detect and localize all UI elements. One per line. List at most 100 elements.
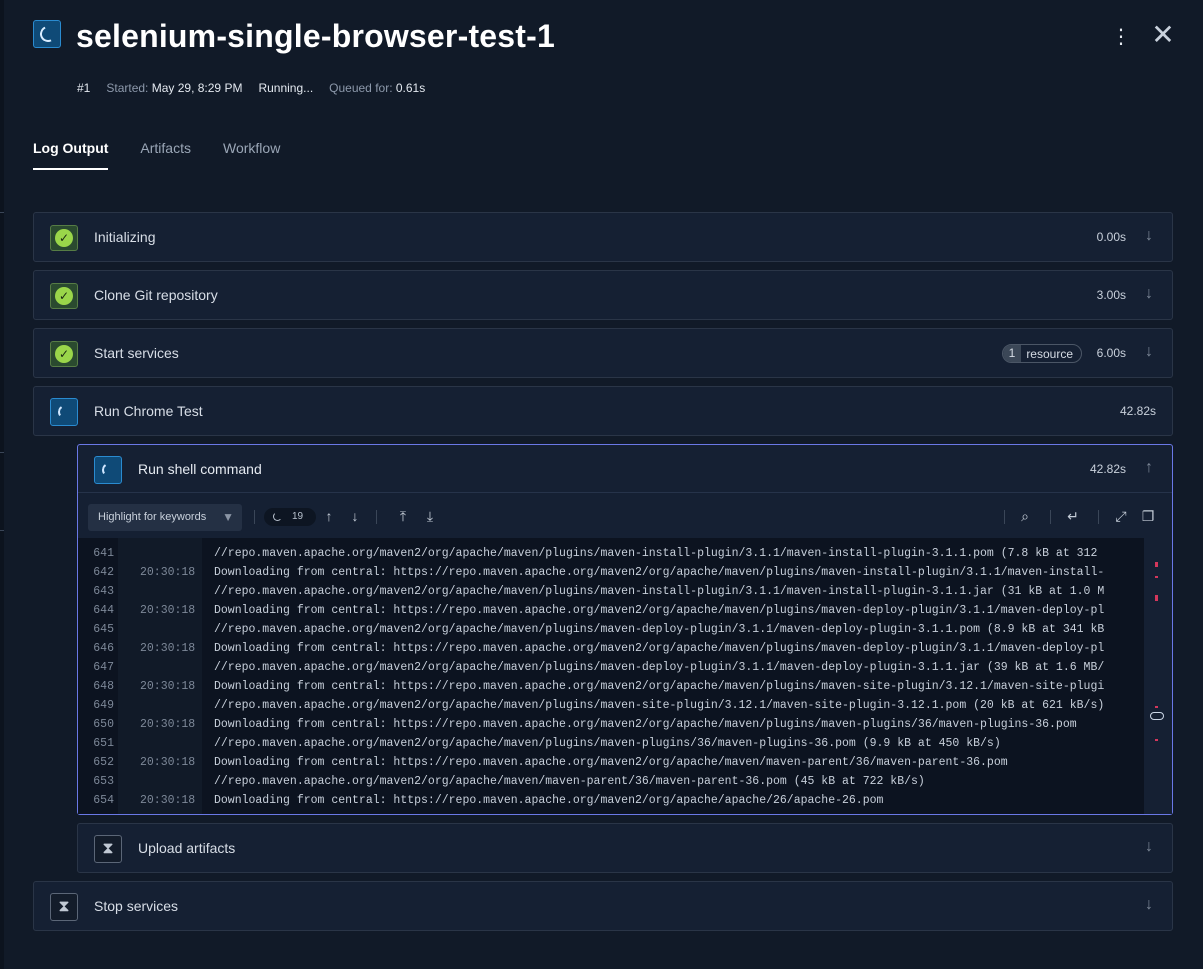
step-run-chrome-test[interactable]: Run Chrome Test 42.82s	[33, 386, 1173, 436]
arrow-down-icon[interactable]: ↓	[1140, 226, 1158, 246]
minimap-highlight-mark	[1155, 595, 1158, 601]
toolbar-divider	[1004, 510, 1005, 524]
match-counter: 19	[264, 508, 316, 526]
log-line: 649 //repo.maven.apache.org/maven2/org/ap…	[78, 699, 1144, 718]
previous-match-icon[interactable]: ↑	[320, 506, 338, 526]
step-start-services[interactable]: ✓ Start services 1 resource 6.00s ↓	[33, 328, 1173, 378]
line-number: 648	[93, 680, 114, 693]
queued-label: Queued for:	[329, 81, 393, 95]
log-timestamp: 20:30:18	[118, 604, 200, 623]
filter-icon[interactable]: ▼	[222, 510, 234, 524]
wrap-lines-icon[interactable]: ↵	[1064, 506, 1082, 526]
fullscreen-icon[interactable]: ⤢	[1112, 506, 1130, 526]
log-line: 644 20:30:18 Downloading from central: htt…	[78, 604, 1144, 623]
log-text: //repo.maven.apache.org/maven2/org/apach…	[214, 699, 1105, 712]
log-line: 645 //repo.maven.apache.org/maven2/org/ap…	[78, 623, 1144, 642]
next-match-icon[interactable]: ↓	[346, 506, 364, 526]
line-number: 649	[93, 699, 114, 712]
log-timestamp	[118, 547, 200, 566]
line-number: 644	[93, 604, 114, 617]
tab-artifacts[interactable]: Artifacts	[140, 140, 191, 170]
step-duration: 0.00s	[1096, 230, 1126, 244]
success-icon: ✓	[50, 225, 78, 251]
log-timestamp: 20:30:18	[118, 756, 200, 775]
log-line: 654 20:30:18 Downloading from central: htt…	[78, 794, 1144, 813]
line-number: 654	[93, 794, 114, 807]
step-label: Initializing	[94, 229, 156, 245]
log-timestamp: 20:30:18	[118, 566, 200, 585]
minimap-highlight-mark	[1155, 562, 1158, 567]
log-timestamp	[118, 775, 200, 794]
line-number: 647	[93, 661, 114, 674]
line-number: 643	[93, 585, 114, 598]
log-line: 642 20:30:18 Downloading from central: htt…	[78, 566, 1144, 585]
toolbar-divider	[1098, 510, 1099, 524]
log-timestamp	[118, 661, 200, 680]
log-line: 647 //repo.maven.apache.org/maven2/org/ap…	[78, 661, 1144, 680]
step-upload-artifacts[interactable]: ⧗ Upload artifacts ↓	[77, 823, 1173, 873]
scroll-to-top-icon[interactable]: ⤒	[394, 506, 412, 526]
step-initializing[interactable]: ✓ Initializing 0.00s ↓	[33, 212, 1173, 262]
line-number: 652	[93, 756, 114, 769]
log-text: //repo.maven.apache.org/maven2/org/apach…	[214, 623, 1105, 636]
toolbar-divider	[1050, 510, 1051, 524]
step-run-shell-command: Run shell command 42.82s ↑ Highlight for…	[77, 444, 1173, 815]
queued-value: 0.61s	[395, 81, 426, 95]
run-meta: #1 Started: May 29, 8:29 PM Running... Q…	[77, 81, 425, 95]
resource-badge[interactable]: 1 resource	[1001, 344, 1082, 363]
arrow-down-icon[interactable]: ↓	[1140, 837, 1158, 857]
step-label: Upload artifacts	[138, 840, 236, 856]
log-text: Downloading from central: https://repo.m…	[214, 566, 1105, 579]
log-text: Downloading from central: https://repo.m…	[214, 604, 1105, 617]
log-line: 643 //repo.maven.apache.org/maven2/org/ap…	[78, 585, 1144, 604]
step-duration: 42.82s	[1119, 404, 1156, 418]
arrow-down-icon[interactable]: ↓	[1140, 342, 1158, 362]
success-icon: ✓	[50, 341, 78, 367]
spinner-icon	[50, 398, 78, 426]
scroll-to-bottom-icon[interactable]: ⤓	[421, 506, 439, 526]
arrow-down-icon[interactable]: ↓	[1140, 284, 1158, 304]
log-line: 646 20:30:18 Downloading from central: htt…	[78, 642, 1144, 661]
log-minimap[interactable]	[1144, 538, 1172, 814]
log-text: Downloading from central: https://repo.m…	[214, 718, 1077, 731]
log-line: 651 //repo.maven.apache.org/maven2/org/ap…	[78, 737, 1144, 756]
started-label: Started:	[106, 81, 149, 95]
log-text: //repo.maven.apache.org/maven2/org/apach…	[214, 547, 1098, 560]
line-number: 653	[93, 775, 114, 788]
arrow-down-icon[interactable]: ↓	[1140, 895, 1158, 915]
log-text: Downloading from central: https://repo.m…	[214, 680, 1105, 693]
line-number: 646	[93, 642, 114, 655]
more-options-icon[interactable]: ⋮	[1111, 26, 1131, 48]
step-duration: 3.00s	[1096, 288, 1126, 302]
log-line: 653 //repo.maven.apache.org/maven2/org/ap…	[78, 775, 1144, 794]
tab-log-output[interactable]: Log Output	[33, 140, 109, 170]
success-icon: ✓	[50, 283, 78, 309]
step-stop-services[interactable]: ⧗ Stop services ↓	[33, 881, 1173, 931]
log-timestamp: 20:30:18	[118, 718, 200, 737]
log-timestamp	[118, 737, 200, 756]
step-label: Run shell command	[138, 461, 262, 477]
step-clone-git-repository[interactable]: ✓ Clone Git repository 3.00s ↓	[33, 270, 1173, 320]
log-viewport[interactable]: 641 //repo.maven.apache.org/maven2/org/ap…	[78, 538, 1144, 814]
hourglass-icon: ⧗	[94, 835, 122, 863]
minimap-scroll-thumb[interactable]	[1150, 712, 1164, 720]
queued-info: Queued for: 0.61s	[329, 81, 425, 95]
line-number: 641	[93, 547, 114, 560]
search-icon[interactable]: ⌕	[1016, 506, 1034, 526]
close-icon[interactable]: ✕	[1151, 21, 1175, 49]
run-header: selenium-single-browser-test-1 ⋮ ✕	[33, 18, 1203, 58]
log-line: 652 20:30:18 Downloading from central: htt…	[78, 756, 1144, 775]
tab-workflow[interactable]: Workflow	[223, 140, 280, 170]
arrow-up-icon[interactable]: ↑	[1140, 458, 1158, 478]
run-status: Running...	[258, 81, 314, 95]
left-edge	[0, 0, 4, 969]
keyword-highlight-input[interactable]: Highlight for keywords ▼	[88, 504, 242, 531]
copy-icon[interactable]: ❐	[1139, 506, 1157, 526]
step-label: Stop services	[94, 898, 179, 914]
step-label: Start services	[94, 345, 179, 361]
minimap-highlight-mark	[1155, 576, 1158, 578]
keyword-placeholder: Highlight for keywords	[98, 511, 207, 523]
shell-step-header[interactable]: Run shell command 42.82s ↑	[78, 445, 1172, 493]
log-timestamp	[118, 623, 200, 642]
spinner-icon	[94, 456, 122, 484]
